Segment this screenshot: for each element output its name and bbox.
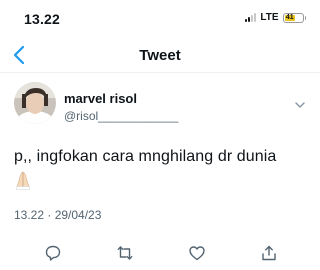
- share-icon[interactable]: [260, 244, 278, 262]
- retweet-icon[interactable]: [116, 244, 134, 262]
- battery-level: 41: [284, 14, 296, 21]
- chevron-down-icon[interactable]: [294, 100, 306, 110]
- folded-hands-icon: [16, 171, 30, 190]
- avatar[interactable]: [14, 82, 56, 124]
- like-icon[interactable]: [188, 244, 206, 262]
- top-nav: Tweet: [0, 40, 320, 73]
- status-time: 13.22: [24, 11, 61, 27]
- tweet-timestamp: 13.22 · 29/04/23: [14, 208, 102, 222]
- author-handle[interactable]: @risol____________: [64, 109, 178, 123]
- author-name[interactable]: marvel risol: [64, 91, 137, 106]
- battery-icon: 41: [282, 12, 306, 23]
- page-title: Tweet: [139, 47, 181, 64]
- signal-icon: [245, 13, 257, 22]
- network-label: LTE: [260, 12, 279, 23]
- status-indicators: LTE 41: [245, 12, 306, 23]
- tweet-text: p,, ingfokan cara mnghilang dr dunia: [14, 148, 277, 165]
- action-bar: [0, 244, 320, 264]
- status-bar: 13.22 LTE 41: [0, 0, 320, 34]
- reply-icon[interactable]: [44, 244, 62, 262]
